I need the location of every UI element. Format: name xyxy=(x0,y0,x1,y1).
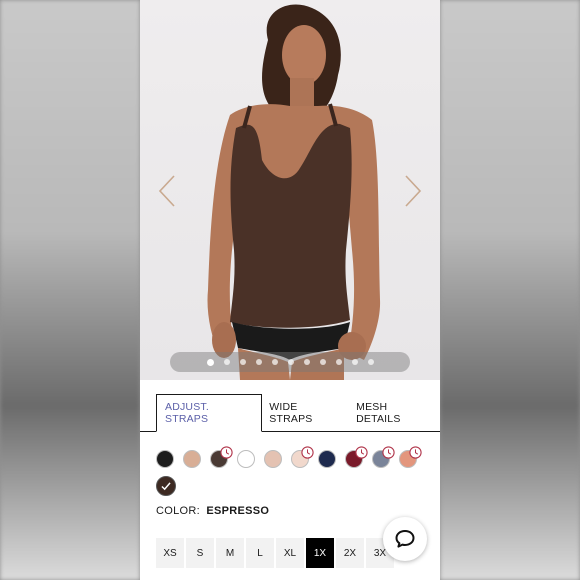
color-swatch[interactable] xyxy=(237,450,255,468)
gallery-dot[interactable] xyxy=(303,359,310,365)
color-swatch[interactable] xyxy=(399,446,422,468)
color-value: ESPRESSO xyxy=(206,505,270,517)
chat-button[interactable] xyxy=(383,517,427,561)
color-swatch[interactable] xyxy=(183,450,201,468)
checkmark-icon xyxy=(161,482,171,491)
color-swatch[interactable] xyxy=(156,450,174,468)
prev-image-chevron-icon[interactable] xyxy=(156,174,178,208)
color-swatch[interactable] xyxy=(156,476,176,496)
clock-icon xyxy=(220,446,233,459)
gallery-dot[interactable] xyxy=(255,359,262,365)
gallery-dot[interactable] xyxy=(206,358,214,366)
gallery-dot[interactable] xyxy=(319,359,326,365)
feature-tabs: ADJUST. STRAPS WIDE STRAPS MESH DETAILS xyxy=(140,394,440,432)
gallery-dot[interactable] xyxy=(271,359,278,365)
gallery-dot[interactable] xyxy=(367,359,374,365)
gallery-pagination[interactable] xyxy=(170,352,410,372)
size-option-xs[interactable]: XS xyxy=(156,538,184,568)
color-swatch[interactable] xyxy=(291,446,314,468)
size-option-m[interactable]: M xyxy=(216,538,244,568)
tab-wide-straps[interactable]: WIDE STRAPS xyxy=(262,394,349,431)
size-option-1x[interactable]: 1X xyxy=(306,538,334,568)
color-swatches xyxy=(156,446,436,496)
size-selector: XS S M L XL 1X 2X 3X xyxy=(156,538,394,568)
color-swatch[interactable] xyxy=(264,450,282,468)
size-option-xl[interactable]: XL xyxy=(276,538,304,568)
color-swatch[interactable] xyxy=(345,446,368,468)
next-image-chevron-icon[interactable] xyxy=(402,174,424,208)
background-blur-left xyxy=(0,0,140,580)
selected-color: COLOR: ESPRESSO xyxy=(156,505,269,517)
clock-icon xyxy=(382,446,395,459)
tab-mesh-details[interactable]: MESH DETAILS xyxy=(349,394,440,431)
gallery-dot[interactable] xyxy=(351,359,358,365)
tab-adjust-straps[interactable]: ADJUST. STRAPS xyxy=(156,394,263,432)
gallery-dot[interactable] xyxy=(239,359,246,365)
gallery-dot[interactable] xyxy=(335,359,342,365)
clock-icon xyxy=(409,446,422,459)
size-option-s[interactable]: S xyxy=(186,538,214,568)
color-swatch[interactable] xyxy=(210,446,233,468)
product-photo[interactable] xyxy=(140,0,440,380)
background-blur-right xyxy=(440,0,580,580)
color-swatch[interactable] xyxy=(318,450,336,468)
size-option-2x[interactable]: 2X xyxy=(336,538,364,568)
color-swatch[interactable] xyxy=(372,446,395,468)
clock-icon xyxy=(301,446,314,459)
product-page: ADJUST. STRAPS WIDE STRAPS MESH DETAILS … xyxy=(140,0,440,580)
color-label: COLOR: xyxy=(156,505,200,517)
model-illustration xyxy=(207,4,381,380)
size-option-l[interactable]: L xyxy=(246,538,274,568)
chat-bubble-icon xyxy=(395,530,415,548)
gallery-dot[interactable] xyxy=(287,359,294,365)
clock-icon xyxy=(355,446,368,459)
gallery-dot[interactable] xyxy=(223,359,230,365)
